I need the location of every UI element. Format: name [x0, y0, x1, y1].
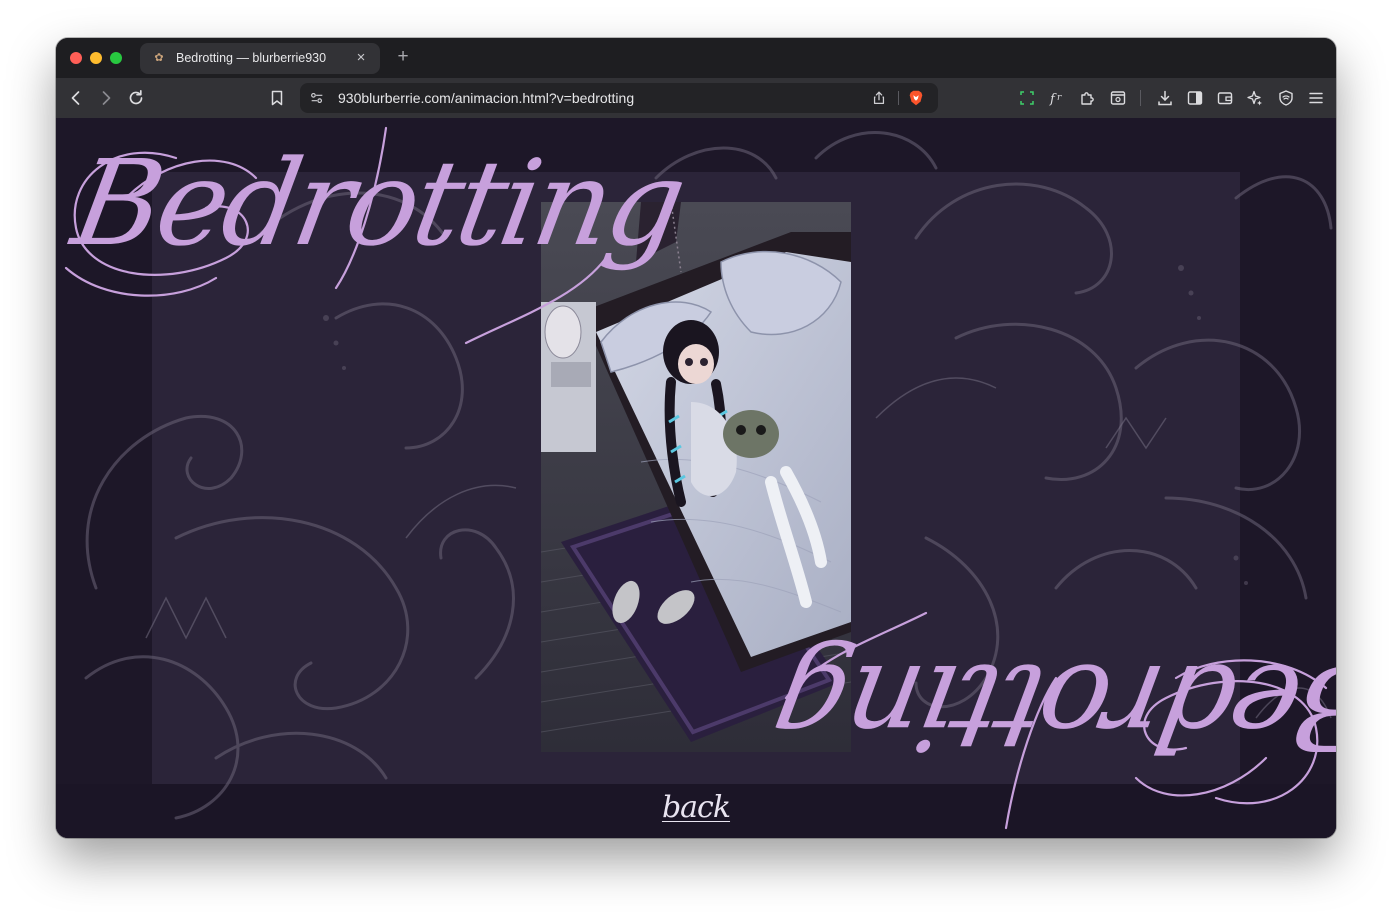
back-link[interactable]: back [648, 790, 744, 825]
leo-ai-icon[interactable] [1244, 87, 1266, 109]
reader-mode-icon[interactable] [1107, 87, 1129, 109]
page-title: Bedrotting [63, 134, 692, 272]
page-title-mirrored: Bedrotting [765, 638, 1336, 776]
extension-frame-icon[interactable] [1016, 87, 1038, 109]
extensions-icon[interactable] [1077, 87, 1099, 109]
minimize-window-button[interactable] [90, 52, 102, 64]
wallet-icon[interactable] [1214, 87, 1236, 109]
tab-bedrotting[interactable]: ✿ Bedrotting — blurberrie930 × [140, 43, 380, 74]
close-window-button[interactable] [70, 52, 82, 64]
site-settings-icon[interactable] [308, 89, 326, 107]
toolbar-divider [1140, 90, 1141, 106]
share-icon[interactable] [870, 89, 888, 107]
url-text[interactable]: 930blurberrie.com/animacion.html?v=bedro… [338, 90, 634, 106]
url-separator [898, 91, 899, 105]
site-favicon-icon: ✿ [154, 52, 164, 64]
bookmark-icon[interactable] [266, 87, 288, 109]
address-bar[interactable]: 930blurberrie.com/animacion.html?v=bedro… [300, 83, 938, 113]
menu-icon[interactable] [1305, 87, 1327, 109]
new-tab-button[interactable]: + [392, 46, 414, 68]
forward-icon[interactable] [95, 87, 117, 109]
reload-icon[interactable] [125, 87, 147, 109]
back-icon[interactable] [65, 87, 87, 109]
tab-title: Bedrotting — blurberrie930 [176, 51, 327, 65]
downloads-icon[interactable] [1154, 87, 1176, 109]
vpn-shield-icon[interactable] [1275, 87, 1297, 109]
svg-text:f: f [1049, 92, 1057, 107]
brave-shields-icon[interactable] [906, 88, 926, 108]
browser-window: ✿ Bedrotting — blurberrie930 × + 930blur… [56, 38, 1336, 838]
tab-close-icon[interactable]: × [352, 49, 370, 67]
toolbar: 930blurberrie.com/animacion.html?v=bedro… [56, 78, 1336, 118]
formula-icon[interactable]: fr [1046, 87, 1068, 109]
svg-text:r: r [1057, 93, 1062, 103]
page-content: Bedrotting Bedrotting back [56, 118, 1336, 838]
title-bar: ✿ Bedrotting — blurberrie930 × + [56, 38, 1336, 78]
sidebar-icon[interactable] [1184, 87, 1206, 109]
zoom-window-button[interactable] [110, 52, 122, 64]
